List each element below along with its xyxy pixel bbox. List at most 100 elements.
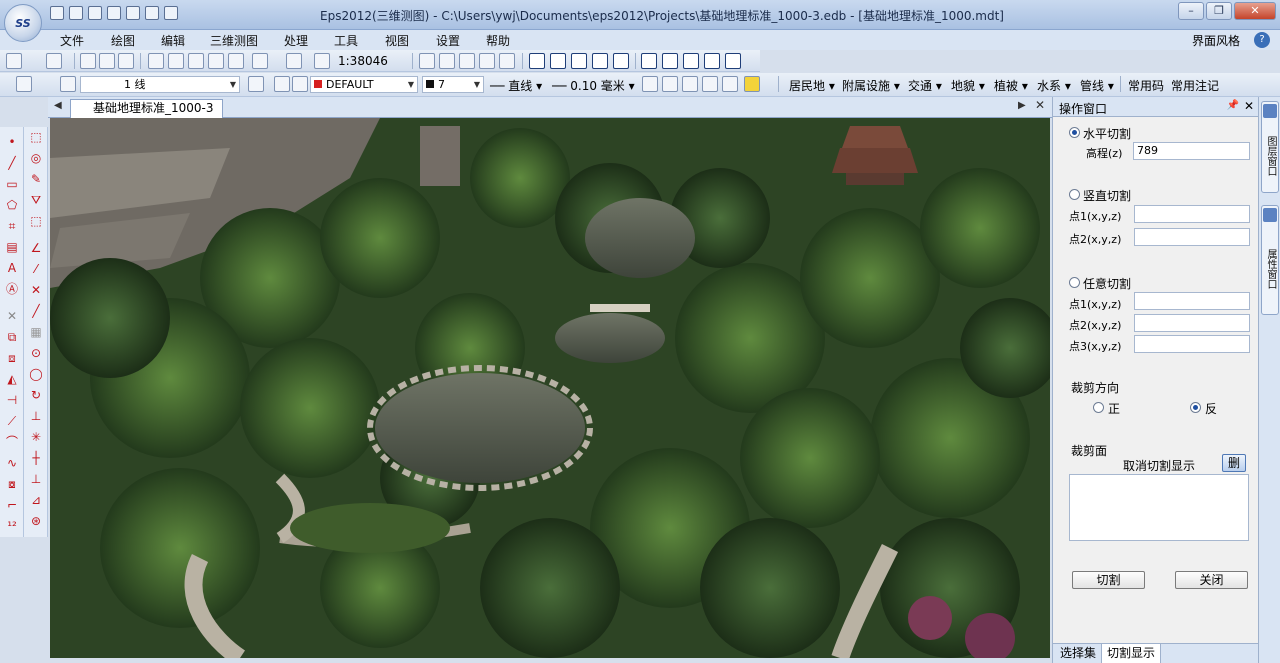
line-tool-icon[interactable]: ╱ <box>5 156 19 170</box>
angle-tool-icon[interactable]: ∠ <box>29 241 43 255</box>
mirror-tool-icon[interactable]: ◭ <box>5 372 19 386</box>
grid-view-icon-1[interactable] <box>419 53 435 69</box>
menu-draw[interactable]: 绘图 <box>111 32 135 49</box>
3d-viewport[interactable] <box>50 118 1050 658</box>
zoom-in-icon[interactable] <box>168 53 184 69</box>
direction-negative-radio[interactable] <box>1190 402 1201 413</box>
grid-view-icon-2[interactable] <box>439 53 455 69</box>
curve-snap-icon[interactable] <box>683 53 699 69</box>
close-button[interactable]: ✕ <box>1234 2 1276 20</box>
delete-tool-icon[interactable]: ✕ <box>5 309 19 323</box>
settings-icon[interactable] <box>145 6 159 20</box>
open-file-icon[interactable] <box>69 6 83 20</box>
pin-icon[interactable]: 📌 <box>1227 100 1239 111</box>
tab-close-icon[interactable]: ✕ <box>1035 98 1045 112</box>
arc-tool-icon[interactable]: ⌒ <box>5 435 19 449</box>
snap-icon-4[interactable] <box>592 53 608 69</box>
offset-tool-icon[interactable]: ⊿ <box>29 493 43 507</box>
arbitrary-point2-input[interactable] <box>1134 314 1250 332</box>
node-snap-icon[interactable] <box>641 53 657 69</box>
property-icon-1[interactable] <box>642 76 658 92</box>
direction-positive-radio[interactable] <box>1093 402 1104 413</box>
common-code-button[interactable]: 常用码 <box>1128 77 1164 94</box>
code-icon[interactable] <box>60 76 76 92</box>
ellipse-tool-icon[interactable]: ◯ <box>29 367 43 381</box>
numbering-tool-icon[interactable]: ¹² <box>5 519 19 533</box>
save-icon[interactable] <box>88 6 102 20</box>
vertical-point1-input[interactable] <box>1134 205 1250 223</box>
hatch-tool-icon[interactable]: ▤ <box>5 240 19 254</box>
trim-tool-icon[interactable]: ⟋ <box>5 414 19 428</box>
star-tool-icon[interactable]: ✳ <box>29 430 43 444</box>
cut-button[interactable]: 切割 <box>1072 571 1145 589</box>
menu-3d-mapping[interactable]: 三维测图 <box>210 32 258 49</box>
grid-view-icon-4[interactable] <box>479 53 495 69</box>
menu-tools[interactable]: 工具 <box>334 32 358 49</box>
menu-view[interactable]: 视图 <box>385 32 409 49</box>
export-icon[interactable] <box>126 6 140 20</box>
globe-tool-icon[interactable]: ◎ <box>29 151 43 165</box>
zoom-window-icon[interactable] <box>188 53 204 69</box>
annotation-tool-icon[interactable]: Ⓐ <box>5 282 19 296</box>
text-tool-icon[interactable]: A <box>5 261 19 275</box>
scale-value[interactable]: 1:38046 <box>338 54 388 68</box>
text-snap-icon[interactable] <box>704 53 720 69</box>
redo-icon[interactable] <box>46 53 62 69</box>
paste-icon[interactable] <box>118 53 134 69</box>
delete-button[interactable]: 删 <box>1222 454 1246 472</box>
point-tool-icon[interactable]: • <box>5 135 19 149</box>
cross-tool-icon[interactable]: ✕ <box>29 283 43 297</box>
elevation-input[interactable]: 789 <box>1133 142 1250 160</box>
filter-tool-icon[interactable]: ⛛ <box>29 193 43 207</box>
pan-hand-icon[interactable] <box>208 53 224 69</box>
color-combo[interactable]: 7 ▼ <box>422 76 484 93</box>
menu-file[interactable]: 文件 <box>60 32 84 49</box>
grid-view-icon-3[interactable] <box>459 53 475 69</box>
rotate-tool-icon[interactable]: ↻ <box>29 388 43 402</box>
circle-tool-icon[interactable]: ⊙ <box>29 346 43 360</box>
copy-icon[interactable] <box>99 53 115 69</box>
tab-scroll-right-icon[interactable]: ▶ <box>1018 100 1026 111</box>
cancel-cut-display-label[interactable]: 取消切割显示 <box>1123 457 1195 474</box>
document-tab[interactable]: 基础地理标准_1000-3 <box>70 99 223 118</box>
move-tool-icon[interactable]: ⧈ <box>5 351 19 365</box>
category-water[interactable]: 水系 ▾ <box>1037 77 1071 94</box>
intersect-tool-icon[interactable]: ┼ <box>29 451 43 465</box>
rectangle-tool-icon[interactable]: ▭ <box>5 177 19 191</box>
undo-icon[interactable] <box>6 53 22 69</box>
category-landform[interactable]: 地貌 ▾ <box>951 77 985 94</box>
monitor-icon[interactable] <box>722 76 738 92</box>
tab-scroll-left-icon[interactable]: ◀ <box>54 100 62 111</box>
no-grid-icon[interactable] <box>499 53 515 69</box>
curve-tool-icon[interactable]: ∿ <box>5 456 19 470</box>
app-logo[interactable]: SS <box>4 4 42 42</box>
arbitrary-cut-radio[interactable] <box>1069 277 1080 288</box>
polygon-tool-icon[interactable]: ⬠ <box>5 198 19 212</box>
category-traffic[interactable]: 交通 ▾ <box>908 77 942 94</box>
property-icon-3[interactable] <box>682 76 698 92</box>
tab-cut-display[interactable]: 切割显示 <box>1101 644 1162 663</box>
select-tool-icon[interactable]: ⬚ <box>29 130 43 144</box>
area-tool-icon[interactable]: ⌗ <box>5 219 19 233</box>
interface-style-menu[interactable]: 界面风格 <box>1192 32 1240 49</box>
panel-close-icon[interactable]: ✕ <box>1244 99 1254 113</box>
vertical-point2-input[interactable] <box>1134 228 1250 246</box>
close-panel-button[interactable]: 关闭 <box>1175 571 1248 589</box>
layer-combo[interactable]: DEFAULT ▼ <box>310 76 418 93</box>
cube-icon[interactable] <box>744 76 760 92</box>
line-snap-icon[interactable] <box>662 53 678 69</box>
number-snap-icon[interactable] <box>725 53 741 69</box>
zoom-out-icon[interactable] <box>148 53 164 69</box>
zoom-extent-icon[interactable] <box>252 53 268 69</box>
target-tool-icon[interactable]: ⊛ <box>29 514 43 528</box>
scale-icon[interactable] <box>314 53 330 69</box>
perpendicular-tool-icon[interactable]: ⊥ <box>29 409 43 423</box>
common-note-button[interactable]: 常用注记 <box>1171 77 1219 94</box>
zoom-previous-icon[interactable] <box>228 53 244 69</box>
diagonal-tool-icon[interactable]: ╱ <box>29 304 43 318</box>
minimize-button[interactable]: – <box>1178 2 1204 20</box>
brush-icon[interactable] <box>702 76 718 92</box>
linewidth-combo[interactable]: ── 0.10 毫米 ▾ <box>552 77 635 94</box>
menu-process[interactable]: 处理 <box>284 32 308 49</box>
vertical-cut-radio[interactable] <box>1069 189 1080 200</box>
